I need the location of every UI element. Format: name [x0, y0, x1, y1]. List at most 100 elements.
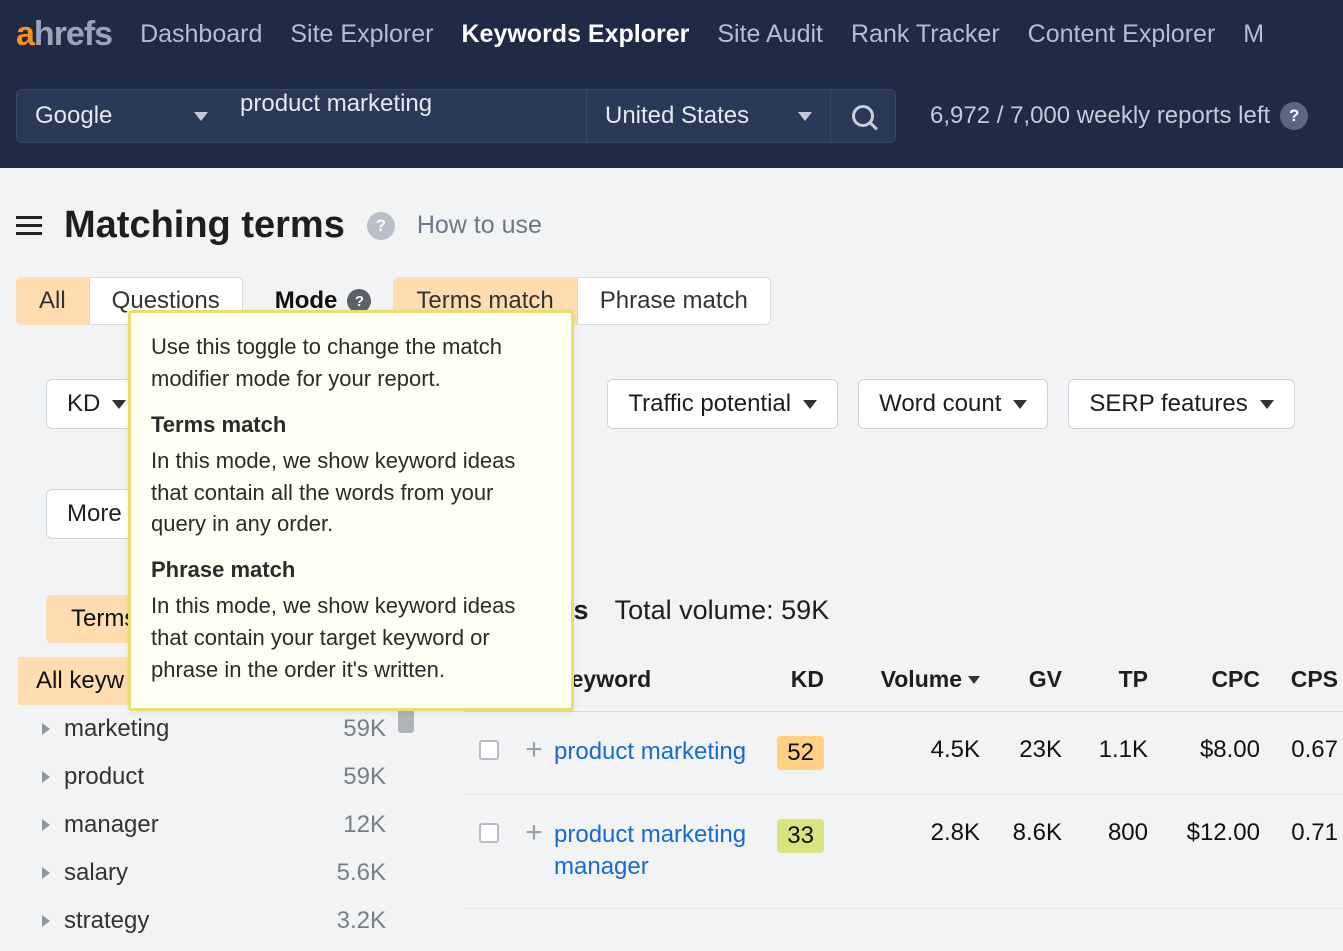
col-cpc[interactable]: CPC — [1148, 666, 1260, 693]
logo[interactable]: ahrefs — [16, 15, 112, 54]
expand-icon — [42, 867, 50, 879]
term-label: marketing — [64, 715, 169, 743]
expand-icon — [42, 723, 50, 735]
mode-tooltip: Use this toggle to change the match modi… — [128, 310, 574, 711]
search-button[interactable] — [830, 89, 896, 143]
title-row: Matching terms ? How to use — [0, 168, 1343, 277]
country-select[interactable]: United States — [586, 89, 830, 143]
chevron-down-icon — [112, 400, 126, 409]
table-row: +product marketing524.5K23K1.1K$8.000.67 — [464, 712, 1343, 795]
term-label: salary — [64, 859, 128, 887]
expand-icon — [42, 771, 50, 783]
table-header: Keyword KD Volume GV TP CPC CPS — [464, 666, 1343, 712]
tooltip-desc-1: In this mode, we show keyword ideas that… — [151, 445, 551, 541]
country-value: United States — [605, 102, 749, 130]
cell-tp: 1.1K — [1062, 736, 1148, 764]
filter-kd-label: KD — [67, 390, 100, 418]
results-summary: keywords Total volume: 59K — [464, 595, 1343, 626]
page-title: Matching terms — [64, 204, 345, 247]
filter-traffic-potential[interactable]: Traffic potential — [607, 379, 838, 429]
tooltip-desc-2: In this mode, we show keyword ideas that… — [151, 590, 551, 686]
term-row[interactable]: manager 12K — [16, 801, 416, 849]
term-count: 59K — [343, 763, 386, 791]
reports-remaining: 6,972 / 7,000 weekly reports left ? — [930, 102, 1308, 130]
expand-icon — [42, 819, 50, 831]
how-to-use-link[interactable]: How to use — [417, 211, 542, 240]
term-row[interactable]: strategy 3.2K — [16, 897, 416, 945]
term-row[interactable]: salary 5.6K — [16, 849, 416, 897]
hamburger-icon[interactable] — [16, 216, 42, 235]
term-count: 3.2K — [337, 907, 386, 935]
top-nav: ahrefs Dashboard Site Explorer Keywords … — [16, 0, 1343, 68]
chevron-down-icon — [194, 112, 208, 121]
tooltip-intro: Use this toggle to change the match modi… — [151, 331, 551, 395]
nav-dashboard[interactable]: Dashboard — [140, 20, 262, 49]
col-keyword[interactable]: Keyword — [554, 666, 754, 693]
cell-cps: 0.71 — [1260, 819, 1338, 847]
chevron-down-icon — [798, 112, 812, 121]
total-volume-label: Total volume: — [615, 595, 774, 625]
col-cps[interactable]: CPS — [1260, 666, 1338, 693]
chevron-down-icon — [1013, 400, 1027, 409]
add-icon[interactable]: + — [525, 740, 543, 760]
chevron-down-icon — [1260, 400, 1274, 409]
col-tp[interactable]: TP — [1062, 666, 1148, 693]
keyword-link[interactable]: product marketing — [554, 736, 754, 768]
nav-keywords-explorer[interactable]: Keywords Explorer — [462, 20, 690, 49]
term-label: strategy — [64, 907, 149, 935]
term-row[interactable]: marketing 59K — [16, 705, 416, 753]
term-label: manager — [64, 811, 159, 839]
cell-gv: 8.6K — [980, 819, 1062, 847]
help-icon[interactable]: ? — [1280, 102, 1308, 130]
filter-sf-label: SERP features — [1089, 390, 1247, 418]
logo-rest: hrefs — [34, 15, 112, 54]
total-volume-value: 59K — [781, 595, 829, 625]
col-volume-label: Volume — [881, 666, 962, 693]
sort-desc-icon — [968, 676, 980, 684]
nav-site-explorer[interactable]: Site Explorer — [290, 20, 433, 49]
term-label: product — [64, 763, 144, 791]
tab-phrase-match[interactable]: Phrase match — [577, 277, 771, 325]
cell-cpc: $8.00 — [1148, 736, 1260, 764]
search-engine-value: Google — [35, 102, 112, 130]
row-checkbox[interactable] — [479, 823, 499, 843]
row-checkbox[interactable] — [479, 740, 499, 760]
add-icon[interactable]: + — [525, 823, 543, 843]
filter-more-label: More — [67, 500, 122, 528]
search-icon — [852, 105, 874, 127]
filter-word-count[interactable]: Word count — [858, 379, 1048, 429]
cell-gv: 23K — [980, 736, 1062, 764]
filter-serp-features[interactable]: SERP features — [1068, 379, 1294, 429]
keyword-value: product marketing — [240, 90, 432, 117]
term-row[interactable]: product 59K — [16, 753, 416, 801]
logo-a: a — [16, 15, 34, 54]
cell-cpc: $12.00 — [1148, 819, 1260, 847]
tooltip-heading-1: Terms match — [151, 409, 551, 441]
cell-tp: 800 — [1062, 819, 1148, 847]
filter-tp-label: Traffic potential — [628, 390, 791, 418]
chevron-down-icon — [803, 400, 817, 409]
tooltip-heading-2: Phrase match — [151, 554, 551, 586]
nav-site-audit[interactable]: Site Audit — [717, 20, 823, 49]
nav-rank-tracker[interactable]: Rank Tracker — [851, 20, 1000, 49]
kd-badge: 33 — [777, 819, 824, 853]
keyword-link[interactable]: product marketing manager — [554, 819, 754, 884]
cell-cps: 0.67 — [1260, 736, 1338, 764]
term-count: 5.6K — [337, 859, 386, 887]
help-icon[interactable]: ? — [367, 212, 395, 240]
term-count: 12K — [343, 811, 386, 839]
filter-wc-label: Word count — [879, 390, 1001, 418]
keyword-input[interactable]: product marketing — [226, 89, 586, 143]
cell-volume: 2.8K — [824, 819, 980, 847]
nav-more[interactable]: M — [1243, 20, 1264, 49]
col-gv[interactable]: GV — [980, 666, 1062, 693]
expand-icon — [42, 915, 50, 927]
term-count: 59K — [343, 715, 386, 743]
col-volume[interactable]: Volume — [824, 666, 980, 693]
nav-content-explorer[interactable]: Content Explorer — [1028, 20, 1216, 49]
kd-badge: 52 — [777, 736, 824, 770]
search-row: Google product marketing United States 6… — [16, 88, 1343, 144]
tab-all[interactable]: All — [16, 277, 89, 325]
search-engine-select[interactable]: Google — [16, 89, 226, 143]
col-kd[interactable]: KD — [754, 666, 824, 693]
